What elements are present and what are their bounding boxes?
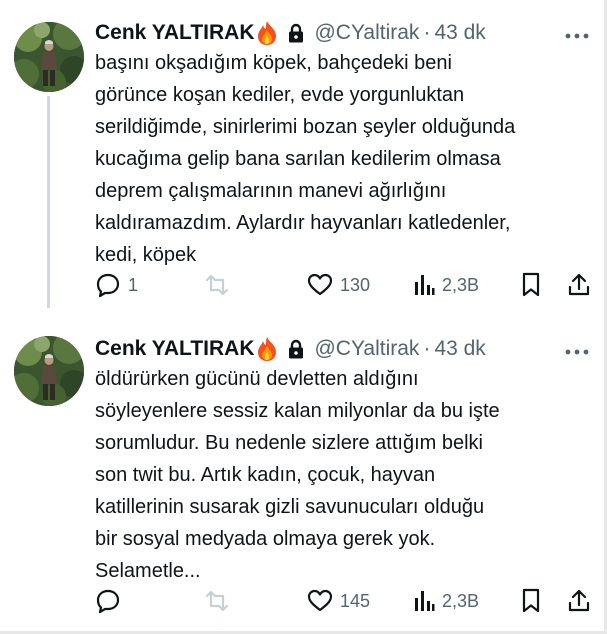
tweet-text-line: kedi, köpek — [95, 244, 197, 266]
tweet-text-line: başını okşadığım köpek, bahçedeki beni — [95, 52, 452, 74]
tweet-text-line: öldürürken gücünü devletten aldığını — [95, 368, 419, 390]
tweet-text-line: deprem çalışmalarının manevi ağırlığını — [95, 180, 447, 202]
more-icon[interactable] — [564, 344, 590, 355]
separator-dot: · — [423, 337, 431, 360]
share-button[interactable] — [567, 584, 591, 618]
view-count: 2,3B — [442, 274, 480, 295]
tweet-text-line: söyleyenlere sessiz kalan milyonlar da b… — [95, 400, 500, 422]
heart-icon — [307, 273, 333, 296]
fire-emoji-icon — [256, 20, 278, 46]
fire-emoji-icon — [256, 336, 278, 362]
tweet-text-line: kucağıma gelip bana sarılan kedilerim ol… — [95, 148, 501, 170]
like-button[interactable]: 130 — [307, 268, 370, 302]
reply-icon — [96, 273, 120, 298]
tweet-text-line: bir sosyal medyada olmaya gerek yok. — [95, 528, 436, 550]
tweet[interactable]: Cenk YALTIRAK @CYaltirak · 43 dk öldürür… — [0, 318, 604, 631]
like-button[interactable]: 145 — [307, 584, 370, 618]
thread-connector-line — [47, 96, 50, 308]
tweet-header: Cenk YALTIRAK @CYaltirak · 43 dk — [95, 334, 486, 364]
separator-dot: · — [423, 21, 431, 44]
bookmark-icon — [522, 272, 540, 297]
retweet-icon — [205, 590, 229, 612]
views-button[interactable]: 2,3B — [413, 584, 479, 618]
tweet-actions: 145 2,3B — [95, 584, 595, 618]
timestamp[interactable]: 43 dk — [434, 337, 485, 361]
views-icon — [415, 591, 435, 611]
avatar-photo — [14, 22, 84, 92]
reply-count: 1 — [128, 274, 139, 295]
views-button[interactable]: 2,3B — [413, 268, 479, 302]
reply-icon — [96, 589, 120, 614]
tweet-actions: 1 130 2,3B — [95, 268, 595, 302]
bookmark-icon — [522, 588, 540, 613]
tweet-text-line: serildiğimde, sinirlerimi bozan şeyler o… — [95, 116, 516, 138]
tweet-text-line: son twit bu. Artık kadın, çocuk, hayvan — [95, 464, 436, 486]
author-name[interactable]: Cenk YALTIRAK — [95, 21, 254, 45]
retweet-button[interactable] — [203, 584, 238, 618]
share-icon — [568, 589, 590, 612]
author-handle[interactable]: @CYaltirak — [314, 21, 419, 45]
more-icon[interactable] — [564, 28, 590, 39]
tweet-text: başını okşadığım köpek, bahçedeki beni g… — [95, 47, 565, 271]
timestamp[interactable]: 43 dk — [434, 21, 485, 45]
heart-icon — [307, 589, 333, 612]
tweet-text-line: katillerinin susarak gizli savunucuları … — [95, 496, 485, 518]
bookmark-button[interactable] — [521, 584, 541, 618]
tweet-text: öldürürken gücünü devletten aldığını söy… — [95, 363, 565, 587]
avatar[interactable] — [14, 336, 84, 406]
author-handle[interactable]: @CYaltirak — [314, 337, 419, 361]
like-count: 145 — [340, 590, 371, 611]
like-count: 130 — [340, 274, 371, 295]
views-icon — [415, 275, 435, 295]
tweet[interactable]: Cenk YALTIRAK @CYaltirak · 43 dk başını … — [0, 0, 604, 318]
tweet-text-line: kaldıramazdım. Aylardır hayvanları katle… — [95, 212, 511, 234]
author-name[interactable]: Cenk YALTIRAK — [95, 337, 254, 361]
tweet-text-line: sorumludur. Bu nedenle sizlere attığım b… — [95, 432, 483, 454]
share-icon — [568, 273, 590, 296]
share-button[interactable] — [567, 268, 591, 302]
avatar[interactable] — [14, 22, 84, 92]
reply-button[interactable]: 1 — [95, 268, 138, 302]
retweet-icon — [205, 274, 229, 296]
tweet-text-line: Selametle... — [95, 560, 201, 582]
tweet-text-line: görünce koşan kediler, evde yorgunluktan — [95, 84, 465, 106]
bookmark-button[interactable] — [521, 268, 541, 302]
reply-button[interactable] — [95, 584, 128, 618]
avatar-photo — [14, 336, 84, 406]
lock-icon — [288, 339, 304, 359]
lock-icon — [288, 23, 304, 43]
tweet-header: Cenk YALTIRAK @CYaltirak · 43 dk — [95, 18, 486, 48]
view-count: 2,3B — [442, 590, 480, 611]
retweet-button[interactable] — [203, 268, 238, 302]
